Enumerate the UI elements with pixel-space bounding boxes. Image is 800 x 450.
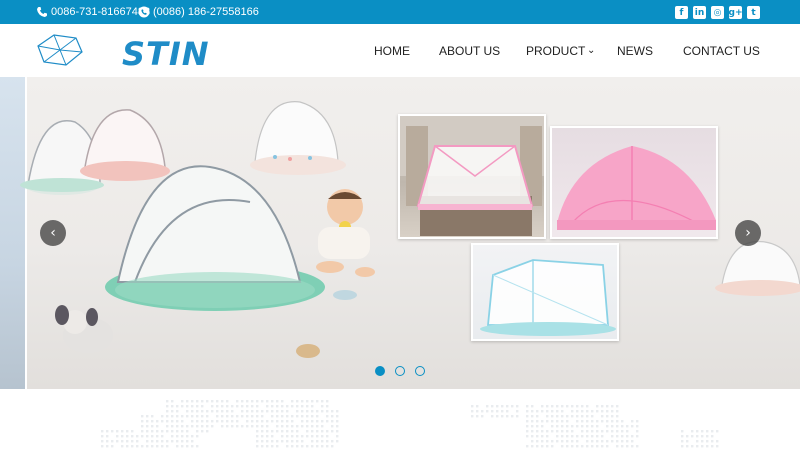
site-logo[interactable]: STIN (36, 32, 209, 73)
carousel-pagination (375, 366, 425, 376)
nav-home[interactable]: HOME (374, 44, 410, 58)
chevron-down-icon[interactable]: ⌄ (587, 45, 595, 56)
world-map-background (0, 389, 800, 450)
site-header: STIN HOME ABOUT US PRODUCT ⌄ NEWS CONTAC… (0, 24, 800, 77)
product-photo-blue-tent (471, 243, 619, 341)
twitter-icon[interactable]: t (747, 6, 760, 19)
carousel-next-button[interactable]: › (735, 220, 761, 246)
nav-contact-us[interactable]: CONTACT US (683, 44, 760, 58)
whatsapp-icon (138, 6, 150, 18)
nav-product[interactable]: PRODUCT (526, 44, 585, 58)
carousel-prev-button[interactable]: ‹ (40, 220, 66, 246)
phone-icon (36, 6, 48, 18)
nav-news[interactable]: NEWS (617, 44, 653, 58)
hero-carousel: ‹ › (0, 77, 800, 389)
whatsapp-contact: (0086) 186-27558166 (138, 6, 259, 18)
top-contact-bar: 0086-731-81667488 (0086) 186-27558166 f … (0, 0, 800, 24)
carousel-dot-3[interactable] (415, 366, 425, 376)
google-plus-icon[interactable]: g+ (729, 6, 743, 19)
product-photo-pink-bed-net (398, 114, 546, 239)
carousel-dot-2[interactable] (395, 366, 405, 376)
logo-mark-icon (37, 34, 83, 66)
dotted-map-image (101, 400, 719, 448)
phone-contact: 0086-731-81667488 (36, 6, 150, 18)
phone-number[interactable]: 0086-731-81667488 (51, 6, 150, 18)
whatsapp-number[interactable]: (0086) 186-27558166 (153, 6, 259, 18)
facebook-icon[interactable]: f (675, 6, 688, 19)
instagram-icon[interactable]: ◎ (711, 6, 724, 19)
logo-text: STIN (122, 35, 210, 73)
product-photo-pink-tent (550, 126, 718, 239)
social-links: f in ◎ g+ t (675, 6, 760, 19)
carousel-dot-1[interactable] (375, 366, 385, 376)
nav-about-us[interactable]: ABOUT US (439, 44, 500, 58)
linkedin-icon[interactable]: in (693, 6, 706, 19)
